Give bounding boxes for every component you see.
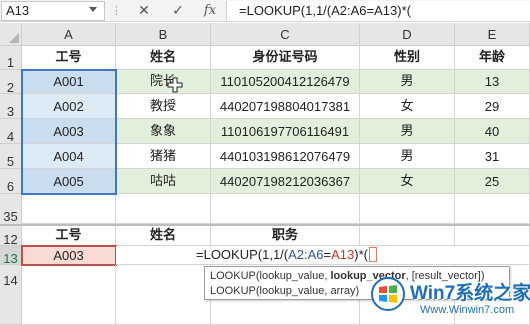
cell-formula-editor[interactable]: =LOOKUP(1,1/(A2:A6=A13)*( <box>116 246 530 265</box>
cell-id[interactable]: A003 <box>22 119 116 144</box>
cell-age[interactable]: 29 <box>455 94 530 119</box>
header-age[interactable]: 年龄 <box>455 46 530 70</box>
windows-logo-icon <box>371 277 405 311</box>
column-header-b[interactable]: B <box>116 23 211 46</box>
cell-gender[interactable]: 男 <box>360 70 455 94</box>
row-header-35[interactable]: 35 <box>0 194 22 225</box>
cell-id[interactable]: A005 <box>22 169 116 194</box>
cell-id[interactable]: A004 <box>22 144 116 169</box>
cell-age[interactable]: 31 <box>455 144 530 169</box>
lookup-header-title[interactable]: 职务 <box>211 226 360 246</box>
cell-name[interactable]: 猪猪 <box>116 144 211 169</box>
cell-gender[interactable]: 女 <box>360 169 455 194</box>
watermark-url: Www.Winwin7.com <box>420 304 515 316</box>
cell-idcard[interactable]: 440207198212036367 <box>211 169 360 194</box>
column-header-d[interactable]: D <box>360 23 455 46</box>
select-all-icon <box>9 33 19 43</box>
empty-cell[interactable] <box>455 226 530 246</box>
column-header-c[interactable]: C <box>211 23 360 46</box>
tooltip-text: LOOKUP(lookup_value, <box>210 270 331 282</box>
formula-bar-grip-icon: ⋮ <box>111 4 122 17</box>
formula-ref-cell: A13 <box>331 247 355 262</box>
name-box-value: A13 <box>6 3 30 18</box>
lookup-header-name[interactable]: 姓名 <box>116 226 211 246</box>
row-header-12[interactable]: 12 <box>0 225 22 247</box>
column-header-a[interactable]: A <box>22 23 116 46</box>
cell-age[interactable]: 13 <box>455 70 530 94</box>
cell-gender[interactable]: 男 <box>360 144 455 169</box>
cell-age[interactable]: 40 <box>455 119 530 144</box>
formula-input[interactable]: =LOOKUP(1,1/(A2:A6=A13)*( <box>226 1 530 21</box>
cell-gender[interactable]: 男 <box>360 119 455 144</box>
cell-name[interactable]: 象象 <box>116 119 211 144</box>
cell-id[interactable]: A002 <box>22 94 116 119</box>
formula-ref-range: A2:A6 <box>288 247 324 262</box>
cell-id[interactable]: A001 <box>22 70 116 94</box>
header-gender[interactable]: 性别 <box>360 46 455 70</box>
watermark: Win7系统之家 Www.Winwin7.com <box>370 274 530 322</box>
cancel-icon[interactable]: ✕ <box>132 1 156 21</box>
lookup-cell-id[interactable]: A003 <box>22 246 116 265</box>
header-idcard[interactable]: 身份证号码 <box>211 46 360 70</box>
cell-gender[interactable]: 女 <box>360 94 455 119</box>
select-all-corner[interactable] <box>0 23 22 46</box>
text-cursor <box>369 247 377 262</box>
formula-bar: A13 ⋮ ✕ ✓ fx =LOOKUP(1,1/(A2:A6=A13)*( <box>0 0 530 22</box>
row-header-6[interactable]: 6 <box>0 169 22 194</box>
formula-eq: = <box>323 247 332 262</box>
cell-idcard[interactable]: 110106197706116491 <box>211 119 360 144</box>
empty-cell[interactable] <box>360 226 455 246</box>
header-id[interactable]: 工号 <box>22 46 116 70</box>
cell-name[interactable]: 教授 <box>116 94 211 119</box>
insert-function-icon[interactable]: fx <box>198 1 222 21</box>
row-header-13[interactable]: 13 <box>0 246 22 266</box>
enter-icon[interactable]: ✓ <box>166 1 190 21</box>
header-name[interactable]: 姓名 <box>116 46 211 70</box>
row-header-5[interactable]: 5 <box>0 144 22 169</box>
empty-cell[interactable] <box>22 194 116 224</box>
cell-name[interactable]: 院长 <box>116 70 211 94</box>
formula-prefix: =LOOKUP(1,1/( <box>196 247 289 262</box>
empty-cell[interactable] <box>116 194 211 224</box>
row-header-3[interactable]: 3 <box>0 94 22 119</box>
cell-idcard[interactable]: 110105200412126479 <box>211 70 360 94</box>
cell-idcard[interactable]: 440207198804017381 <box>211 94 360 119</box>
row-header-1[interactable]: 1 <box>0 46 22 70</box>
row-header-4[interactable]: 4 <box>0 119 22 144</box>
column-header-e[interactable]: E <box>455 23 530 46</box>
empty-cell[interactable] <box>116 265 211 325</box>
formula-suffix: )*( <box>354 247 368 262</box>
empty-cell[interactable] <box>211 194 360 224</box>
watermark-title: Win7系统之家 <box>410 283 530 304</box>
row-header-14[interactable]: 14 <box>0 265 22 325</box>
cell-age[interactable]: 25 <box>455 169 530 194</box>
cell-idcard[interactable]: 440103198612076479 <box>211 144 360 169</box>
name-box-dropdown-icon[interactable] <box>89 7 97 12</box>
empty-cell[interactable] <box>22 265 116 325</box>
cell-name[interactable]: 咕咕 <box>116 169 211 194</box>
lookup-header-id[interactable]: 工号 <box>22 226 116 246</box>
empty-cell[interactable] <box>455 194 530 224</box>
empty-cell[interactable] <box>360 194 455 224</box>
cell-cursor-icon <box>167 77 183 93</box>
row-header-2[interactable]: 2 <box>0 70 22 95</box>
